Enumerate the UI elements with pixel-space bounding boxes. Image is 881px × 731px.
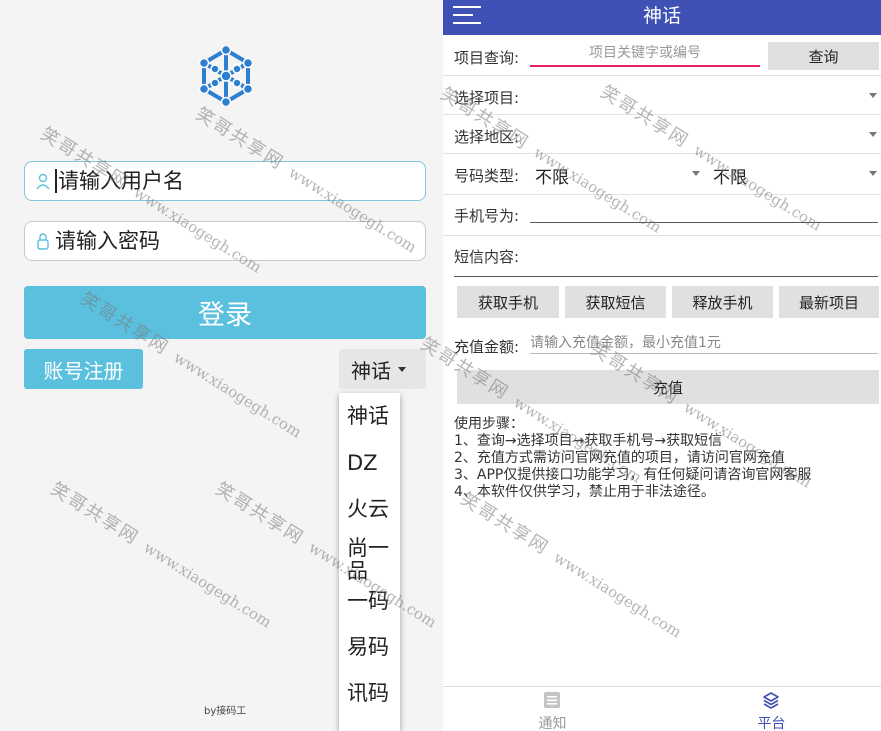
notice-icon [544, 692, 560, 708]
platform-option-yima[interactable]: 一码 [347, 590, 395, 613]
sms-value-field [454, 276, 878, 277]
phone-label: 手机号为: [454, 207, 520, 225]
platform-option-shangyipin[interactable]: 尚一品 [347, 537, 395, 583]
bottom-nav: 通知 平台 [443, 686, 881, 731]
recharge-button[interactable]: 充值 [457, 370, 879, 404]
login-screen: 登录 账号注册 神话 神话 DZ 火云 尚一品 一码 易码 讯码 by接码工 [0, 0, 443, 731]
platform-option-xunma[interactable]: 讯码 [347, 682, 395, 705]
text-caret [55, 169, 57, 193]
lock-icon [37, 233, 49, 250]
password-field[interactable] [24, 221, 426, 261]
platform-option-yima2[interactable]: 易码 [347, 636, 395, 659]
usage-steps: 使用步骤： 1、查询→选择项目→获取手机号→获取短信 2、充值方式需访问官网充值… [454, 416, 879, 501]
number-type-row: 号码类型: 不限 不限 [443, 154, 881, 194]
main-screen: 神话 项目查询: 查询 选择项目: 选择地区: 号码类型: 不限 不限 手机号为 [443, 0, 881, 731]
caret-down-icon [692, 171, 700, 176]
platform-select[interactable]: 神话 [339, 349, 426, 389]
tab-notice-label: 通知 [538, 716, 567, 731]
recharge-label: 充值金额: [454, 338, 520, 356]
step-4: 4、本软件仅供学习，禁止用于非法途径。 [454, 484, 715, 500]
caret-down-icon [869, 171, 877, 176]
tab-platform[interactable]: 平台 [662, 687, 881, 731]
platform-option-dz[interactable]: DZ [347, 452, 395, 475]
get-sms-button[interactable]: 获取短信 [565, 286, 666, 318]
caret-down-icon [869, 132, 877, 137]
step-2: 2、充值方式需访问官网充值的项目，请访问官网充值 [454, 450, 785, 466]
login-button[interactable]: 登录 [24, 286, 426, 339]
footer-credit: by接码工 [204, 706, 247, 717]
step-3: 3、APP仅提供接口功能学习，有任何疑问请咨询官网客服 [454, 467, 812, 483]
user-icon [36, 173, 50, 190]
select-project-row[interactable]: 选择项目: [443, 76, 881, 114]
divider [443, 194, 881, 195]
query-input[interactable] [530, 41, 760, 67]
app-bar: 神话 [443, 0, 881, 35]
latest-projects-button[interactable]: 最新项目 [779, 286, 879, 318]
select-region-label: 选择地区: [454, 128, 520, 146]
query-button[interactable]: 查询 [768, 42, 879, 70]
screenshot-root: 登录 账号注册 神话 神话 DZ 火云 尚一品 一码 易码 讯码 by接码工 神… [0, 0, 881, 731]
select-project-label: 选择项目: [454, 89, 520, 107]
step-1: 1、查询→选择项目→获取手机号→获取短信 [454, 433, 723, 449]
tab-platform-label: 平台 [757, 716, 786, 731]
molecule-logo-icon [198, 46, 254, 106]
recharge-amount-input[interactable] [530, 332, 878, 354]
register-button[interactable]: 账号注册 [24, 349, 143, 389]
username-field[interactable] [24, 161, 426, 201]
number-type-select-1[interactable]: 不限 [535, 163, 569, 188]
release-phone-button[interactable]: 释放手机 [672, 286, 773, 318]
caret-down-icon [398, 366, 406, 372]
sms-label: 短信内容: [454, 248, 520, 266]
tab-notice[interactable]: 通知 [443, 687, 662, 731]
steps-title: 使用步骤： [454, 416, 524, 432]
password-input[interactable] [55, 229, 415, 253]
platform-option-shenhua[interactable]: 神话 [347, 405, 395, 428]
platform-selected-value: 神话 [351, 358, 391, 383]
divider [443, 235, 881, 236]
username-input[interactable] [58, 169, 418, 193]
caret-down-icon [869, 93, 877, 98]
phone-value-field [530, 222, 878, 223]
layers-icon [763, 692, 779, 709]
number-type-select-2[interactable]: 不限 [713, 163, 747, 188]
platform-dropdown: 神话 DZ 火云 尚一品 一码 易码 讯码 [339, 393, 400, 731]
platform-option-huoyun[interactable]: 火云 [347, 498, 395, 521]
get-phone-button[interactable]: 获取手机 [457, 286, 559, 318]
query-label: 项目查询: [454, 49, 520, 67]
app-title: 神话 [642, 5, 681, 27]
select-region-row[interactable]: 选择地区: [443, 115, 881, 153]
number-type-label: 号码类型: [454, 167, 520, 185]
